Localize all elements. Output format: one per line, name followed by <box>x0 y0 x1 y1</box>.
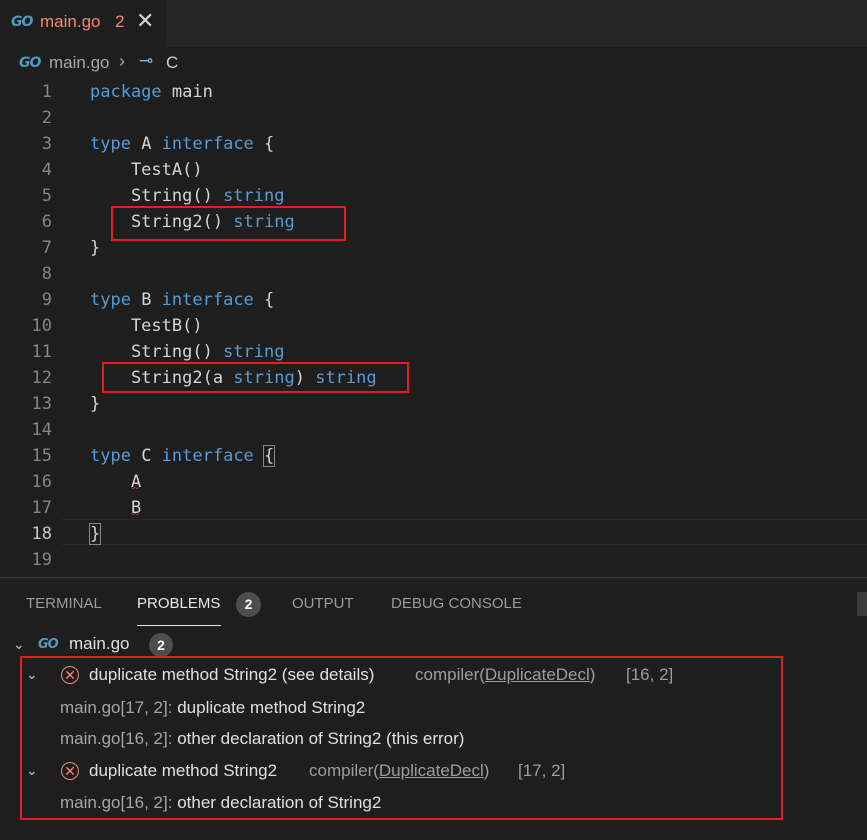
problems-count-badge: 2 <box>236 592 261 617</box>
problem-source: compiler(DuplicateDecl) <box>415 665 596 684</box>
code-line[interactable]: 8 <box>0 261 867 287</box>
code-line[interactable]: 1 package main <box>0 79 867 105</box>
problem-position: [17, 2] <box>518 761 566 780</box>
problem-detail[interactable]: main.go[16, 2]: other declaration of Str… <box>60 793 381 813</box>
line-number: 7 <box>41 238 52 258</box>
code-text: String2(a string) string <box>90 368 377 388</box>
error-icon: ✕ <box>61 666 79 684</box>
code-line[interactable]: 12 String2(a string) string <box>0 365 867 391</box>
code-line[interactable]: 5 String() string <box>0 183 867 209</box>
line-number: 17 <box>31 498 52 518</box>
line-number: 6 <box>41 212 52 232</box>
code-line[interactable]: 7} <box>0 235 867 261</box>
code-text: B <box>90 498 142 518</box>
code-line[interactable]: 10 TestB() <box>0 313 867 339</box>
line-number: 4 <box>41 160 52 180</box>
code-text: type B interface { <box>90 290 275 310</box>
line-number: 19 <box>31 550 52 570</box>
line-number: 14 <box>31 420 52 440</box>
line-number: 13 <box>31 394 52 414</box>
line-number: 15 <box>31 446 52 466</box>
code-line[interactable]: 13} <box>0 391 867 417</box>
chevron-right-icon: › <box>119 51 125 71</box>
tab-title: main.go <box>40 12 101 31</box>
tab-terminal[interactable]: TERMINAL <box>26 595 102 612</box>
tab-debug-console[interactable]: DEBUG CONSOLE <box>391 595 522 612</box>
code-text: package main <box>90 82 213 102</box>
chevron-down-icon[interactable]: ⌄ <box>26 762 38 779</box>
code-line[interactable]: 19 <box>0 547 867 573</box>
line-number: 2 <box>41 108 52 128</box>
problem-position: [16, 2] <box>626 665 674 684</box>
breadcrumb-file[interactable]: main.go <box>49 53 109 73</box>
tab-output[interactable]: OUTPUT <box>292 595 354 612</box>
code-line[interactable]: 14 <box>0 417 867 443</box>
code-line[interactable]: 18} <box>0 521 867 547</box>
go-file-icon: GO <box>11 14 33 30</box>
code-text: String() string <box>90 186 285 206</box>
code-text: type A interface { <box>90 134 275 154</box>
code-text: } <box>88 523 102 545</box>
code-text: String() string <box>90 342 285 362</box>
line-number: 10 <box>31 316 52 336</box>
code-line[interactable]: 17 B <box>0 495 867 521</box>
problem-detail[interactable]: main.go[17, 2]: duplicate method String2 <box>60 698 365 718</box>
problem-message[interactable]: duplicate method String2 <box>89 761 277 781</box>
code-text: TestA() <box>90 160 203 180</box>
problem-detail[interactable]: main.go[16, 2]: other declaration of Str… <box>60 729 464 749</box>
problem-source: compiler(DuplicateDecl) <box>309 761 490 780</box>
line-number: 1 <box>41 82 52 102</box>
code-text: TestB() <box>90 316 203 336</box>
tab-problem-count: 2 <box>115 12 125 31</box>
chevron-down-icon[interactable]: ⌄ <box>26 666 38 683</box>
line-number: 8 <box>41 264 52 284</box>
code-line[interactable]: 11 String() string <box>0 339 867 365</box>
close-icon[interactable]: ✕ <box>136 8 154 34</box>
tab-main-go[interactable]: GO main.go 2 ✕ <box>0 0 166 47</box>
code-line[interactable]: 6 String2() string <box>0 209 867 235</box>
code-editor[interactable]: 〰 〰 1 package main 2 3 type A interface {4 T… <box>0 79 867 576</box>
code-text: A <box>90 472 142 492</box>
code-text: type C interface { <box>90 445 276 467</box>
code-line[interactable]: 4 TestA() <box>0 157 867 183</box>
code-text: } <box>90 238 101 258</box>
tab-problems[interactable]: PROBLEMS <box>137 595 220 612</box>
error-icon: ✕ <box>61 762 79 780</box>
problem-code-link[interactable]: DuplicateDecl <box>485 665 590 684</box>
file-problem-count-badge: 2 <box>149 633 173 657</box>
code-text: } <box>90 394 101 414</box>
code-line[interactable]: 16 A <box>0 469 867 495</box>
line-number: 12 <box>31 368 52 388</box>
editor-tab-bar: GO main.go 2 ✕ <box>0 0 867 47</box>
bottom-panel: TERMINAL PROBLEMS 2 OUTPUT DEBUG CONSOLE… <box>0 577 867 840</box>
line-number: 18 <box>31 524 52 544</box>
chevron-down-icon[interactable]: ⌄ <box>13 636 25 653</box>
line-number: 9 <box>41 290 52 310</box>
interface-icon: ⊸ <box>139 51 154 70</box>
breadcrumb: GO main.go › ⊸ C <box>0 47 867 79</box>
line-number: 16 <box>31 472 52 492</box>
problems-file-name[interactable]: main.go <box>69 634 129 654</box>
breadcrumb-symbol[interactable]: C <box>166 53 178 73</box>
line-number: 3 <box>41 134 52 154</box>
code-line[interactable]: 9 type B interface { <box>0 287 867 313</box>
line-number: 11 <box>31 342 52 362</box>
go-file-icon: GO <box>19 55 41 71</box>
code-line[interactable]: 2 <box>0 105 867 131</box>
line-number: 5 <box>41 186 52 206</box>
panel-scrollbar[interactable] <box>857 592 867 616</box>
problem-message[interactable]: duplicate method String2 (see details) <box>89 665 374 685</box>
problem-code-link[interactable]: DuplicateDecl <box>379 761 484 780</box>
code-line[interactable]: 15 type C interface { <box>0 443 867 469</box>
go-file-icon: GO <box>38 637 59 652</box>
code-text: String2() string <box>90 212 295 232</box>
active-tab-indicator <box>137 625 221 626</box>
code-line[interactable]: 3 type A interface { <box>0 131 867 157</box>
